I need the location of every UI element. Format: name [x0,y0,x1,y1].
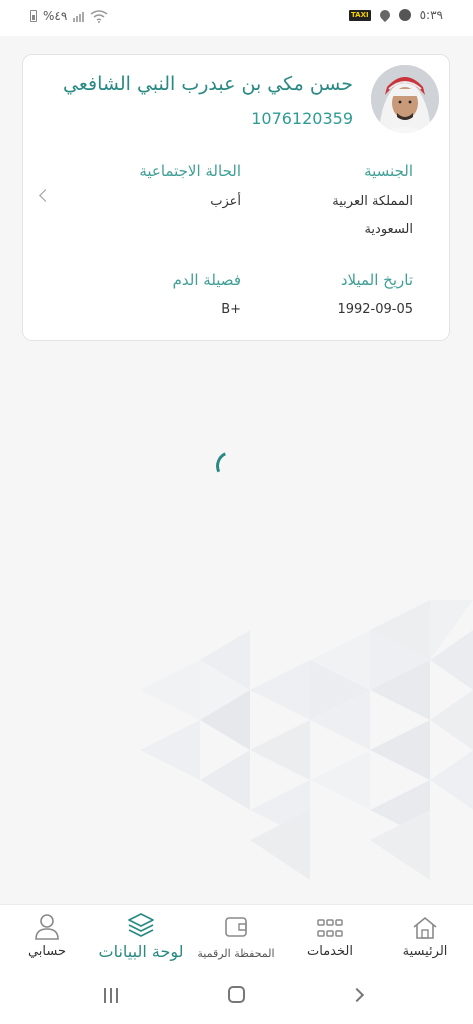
back-button[interactable] [349,987,365,1003]
home-icon [413,916,437,939]
bottom-navigation: الرئيسية الخدمات المحفظة الرقمية لوحة ال… [0,904,473,970]
birth-date-label: تاريخ الميلاد [340,271,413,289]
birth-date-value: 1992-09-05 [337,302,413,317]
chevron-left-icon[interactable] [39,189,52,202]
nav-item-dashboard[interactable]: لوحة البيانات [96,905,186,971]
nav-label-wallet: المحفظة الرقمية [197,947,275,960]
media-icon [398,9,411,21]
nav-item-wallet[interactable]: المحفظة الرقمية [191,905,281,971]
avatar [371,65,439,133]
home-button[interactable] [228,986,245,1003]
nav-label-home: الرئيسية [402,944,448,959]
nationality-value-line1: المملكة العربية [332,194,413,209]
nav-item-home[interactable]: الرئيسية [380,905,470,971]
signal-icon [73,11,85,22]
nav-label-services: الخدمات [307,944,353,959]
marital-status-label: الحالة الاجتماعية [139,162,241,180]
nationality-value-line2: السعودية [364,222,413,237]
full-name: حسن مكي بن عبدرب النبي الشافعي [63,73,353,95]
layers-icon [128,913,154,937]
battery-percentage: %٤٩ [43,9,68,23]
wallet-icon [225,917,247,937]
battery-icon [30,10,37,22]
status-time: ٥:٣٩ [419,8,443,22]
blood-type-value: B+ [221,302,241,317]
taxi-app-icon: TAXI [348,9,371,21]
blood-type-label: فصيلة الدم [172,271,241,289]
status-left-group: %٤٩ [30,9,108,23]
location-icon [377,7,392,23]
user-icon [35,914,59,940]
id-number: 1076120359 [251,109,353,128]
nav-item-account[interactable]: حسابي [2,905,92,971]
recent-apps-button[interactable] [104,988,118,1003]
grid-icon [317,919,343,937]
nav-label-account: حسابي [27,944,67,959]
nav-label-dashboard: لوحة البيانات [98,942,184,961]
system-navigation-bar [0,970,473,1024]
nationality-label: الجنسية [364,162,413,180]
background-pattern [140,600,473,880]
nav-item-services[interactable]: الخدمات [285,905,375,971]
status-bar: %٤٩ TAXI ٥:٣٩ [0,0,473,36]
wifi-icon [90,9,108,23]
loading-spinner [211,446,251,486]
profile-card[interactable]: حسن مكي بن عبدرب النبي الشافعي 107612035… [22,54,450,341]
marital-status-value: أعزب [210,194,241,209]
status-right-group: TAXI ٥:٣٩ [348,7,443,23]
